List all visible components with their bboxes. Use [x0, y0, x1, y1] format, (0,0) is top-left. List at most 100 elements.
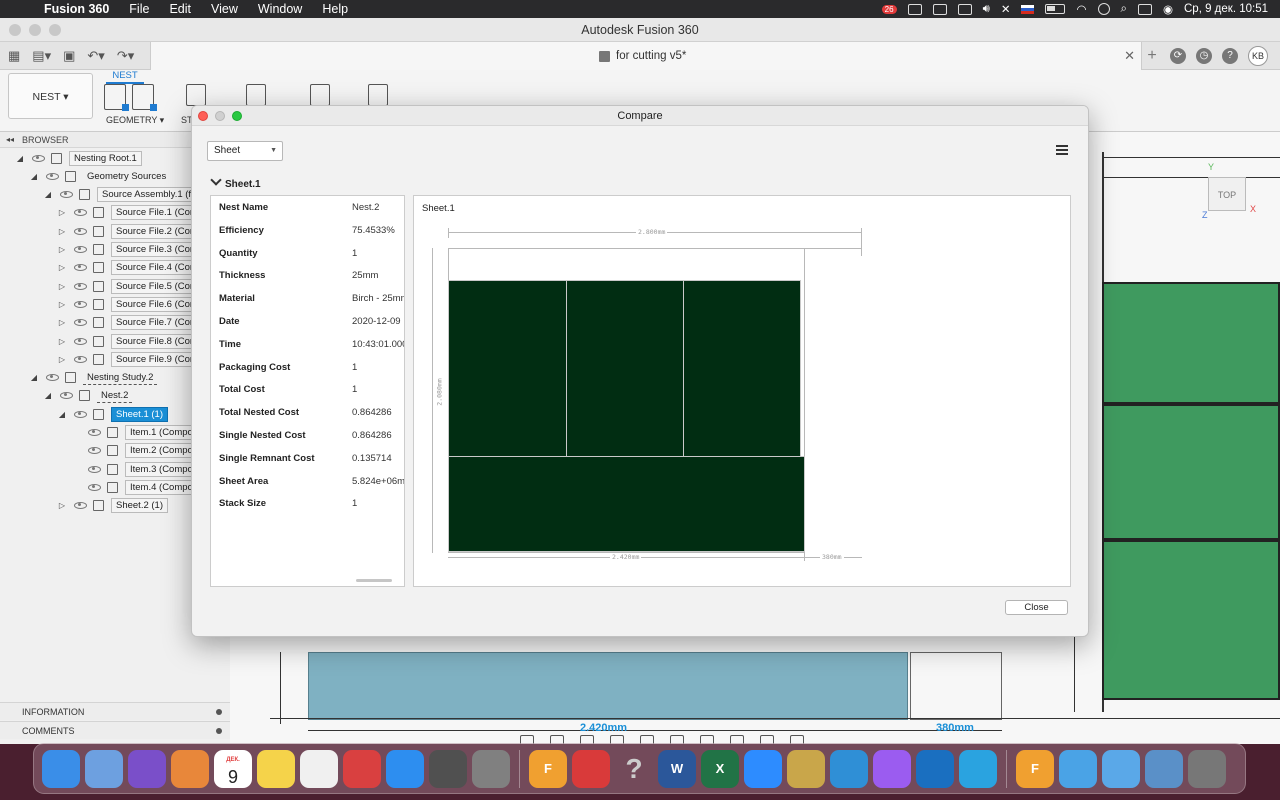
dock-app-edge-icon[interactable] — [830, 749, 868, 788]
dock-app-siri-icon[interactable] — [128, 749, 166, 788]
dock-app-launchpad-icon[interactable] — [85, 749, 123, 788]
sheet-remnant[interactable] — [910, 652, 1002, 720]
visibility-eye-icon[interactable] — [60, 191, 73, 199]
app-menu[interactable]: Fusion 360 — [44, 2, 109, 16]
dock-app-notes-icon[interactable] — [257, 749, 295, 788]
dock-app-fusion-360-icon[interactable]: F — [529, 749, 567, 788]
dock-app-app-store-icon[interactable] — [386, 749, 424, 788]
dialog-minimize-button[interactable] — [215, 111, 225, 121]
undo-icon[interactable]: ↶▾ — [87, 48, 104, 64]
browser-tree-label[interactable]: Item.3 (Compo — [125, 461, 198, 477]
expand-toggle-icon[interactable]: ▷ — [58, 337, 66, 346]
sheet-section-toggle[interactable]: Sheet.1 — [210, 174, 261, 190]
browser-tree-label[interactable]: Nesting Study.2 — [83, 371, 158, 385]
dock-app-mission-control-icon[interactable] — [171, 749, 209, 788]
browser-tree-node[interactable]: Item.4 (Compo — [72, 478, 198, 496]
browser-tree-label[interactable]: Geometry Sources — [83, 170, 170, 183]
dock-app-camera-icon[interactable] — [916, 749, 954, 788]
information-panel-header[interactable]: INFORMATION — [0, 702, 230, 720]
browser-tree-node[interactable]: Item.3 (Compo — [72, 460, 198, 478]
expand-toggle-icon[interactable]: ▷ — [58, 300, 66, 309]
visibility-eye-icon[interactable] — [60, 392, 73, 400]
dock-app-zoom-icon[interactable] — [744, 749, 782, 788]
expand-toggle-icon[interactable]: ▷ — [58, 282, 66, 291]
menu-window[interactable]: Window — [258, 2, 302, 16]
dock-app-telegram-icon[interactable] — [959, 749, 997, 788]
user-avatar[interactable]: KB — [1248, 46, 1268, 66]
bluetooth-icon[interactable]: ✕ — [1001, 2, 1011, 16]
expand-toggle-icon[interactable]: ▷ — [58, 355, 66, 364]
view-cube[interactable]: TOP — [1208, 177, 1246, 211]
compare-type-dropdown[interactable]: Sheet ▼ — [207, 141, 283, 161]
user-icon[interactable] — [1097, 3, 1110, 15]
dock-app-archive-utility-icon[interactable] — [787, 749, 825, 788]
dock-app-trash-icon[interactable] — [1188, 749, 1226, 788]
dock-app-mail-icon[interactable] — [343, 749, 381, 788]
grid-menu-icon[interactable]: ▦ — [8, 48, 20, 64]
expand-toggle-icon[interactable]: ◢ — [30, 373, 38, 382]
menu-view[interactable]: View — [211, 2, 238, 16]
visibility-eye-icon[interactable] — [74, 337, 87, 345]
dock-app-sketchup-icon[interactable] — [572, 749, 610, 788]
nested-item-1[interactable] — [448, 280, 567, 457]
new-tab-icon[interactable]: + — [1144, 47, 1160, 65]
volume-icon[interactable]: 🔊︎ — [983, 3, 990, 16]
expand-toggle-icon[interactable]: ◢ — [30, 172, 38, 181]
dock-app-fusion-360-icon[interactable]: F — [1016, 749, 1054, 788]
tab-nest[interactable]: NEST — [106, 70, 144, 84]
dock-app-messenger-icon[interactable] — [873, 749, 911, 788]
browser-tree-node[interactable]: ▷ Sheet.2 (1) — [58, 497, 168, 515]
nest-icon[interactable] — [246, 84, 266, 106]
nested-item-3[interactable] — [683, 280, 801, 457]
dock-app-system-preferences-icon[interactable] — [472, 749, 510, 788]
visibility-eye-icon[interactable] — [74, 246, 87, 253]
browser-tree-label[interactable]: Nest.2 — [97, 389, 133, 403]
browser-tree-node[interactable]: Item.2 (Compo — [72, 442, 198, 460]
menu-edit[interactable]: Edit — [169, 2, 191, 16]
selected-sheet-part[interactable] — [308, 652, 908, 720]
window-minimize-button[interactable] — [29, 24, 41, 36]
browser-tree-label[interactable]: Item.4 (Compo — [125, 479, 198, 495]
nested-part[interactable] — [1102, 404, 1280, 540]
visibility-eye-icon[interactable] — [74, 502, 87, 510]
visibility-eye-icon[interactable] — [74, 410, 87, 418]
document-tab[interactable]: for cutting v5* ✕ — [150, 42, 1142, 70]
nested-part[interactable] — [1102, 282, 1280, 404]
window-close-button[interactable] — [9, 24, 21, 36]
browser-tree-node[interactable]: ◢ Nesting Study.2 — [30, 369, 158, 387]
visibility-eye-icon[interactable] — [46, 172, 59, 180]
browser-tree-label[interactable]: Sheet.2 (1) — [111, 498, 168, 514]
study-icon[interactable] — [186, 84, 206, 106]
comments-panel-header[interactable]: COMMENTS — [0, 721, 230, 739]
visibility-eye-icon[interactable] — [74, 319, 87, 327]
geometry-source-icon[interactable] — [132, 84, 157, 111]
close-button[interactable]: Close — [1005, 600, 1068, 615]
visibility-eye-icon[interactable] — [74, 300, 87, 308]
browser-tree-node[interactable]: ◢ Geometry Sources — [30, 167, 170, 185]
control-center-icon[interactable] — [1137, 3, 1152, 15]
status-icon[interactable] — [907, 3, 922, 15]
visibility-eye-icon[interactable] — [74, 227, 87, 235]
visibility-eye-icon[interactable] — [88, 483, 101, 491]
job-status-icon[interactable]: ◷ — [1196, 48, 1212, 64]
siri-icon[interactable]: ◉ — [1163, 2, 1173, 16]
visibility-eye-icon[interactable] — [88, 465, 101, 473]
visibility-eye-icon[interactable] — [88, 447, 101, 455]
dock-app-finder-window-icon[interactable] — [1145, 749, 1183, 788]
expand-toggle-icon[interactable]: ◢ — [44, 190, 52, 199]
workspace-switcher-button[interactable]: NEST ▾ — [8, 73, 93, 119]
output-icon[interactable] — [368, 84, 388, 106]
dock-app-help-icon[interactable]: ? — [615, 750, 653, 788]
dock-app-folder-icon[interactable] — [1102, 749, 1140, 788]
menu-help[interactable]: Help — [322, 2, 348, 16]
geometry-select-icon[interactable] — [104, 84, 129, 111]
browser-tree-label[interactable]: Item.1 (Compo — [125, 425, 198, 440]
notification-badge[interactable]: 26 — [881, 4, 897, 14]
dock-app-downloads-icon[interactable] — [1059, 749, 1097, 788]
save-icon[interactable]: ▣ — [63, 48, 75, 64]
wifi-icon[interactable]: ◠ — [1076, 2, 1086, 16]
expand-toggle-icon[interactable]: ▷ — [58, 208, 66, 217]
dock-app-word-icon[interactable]: W — [658, 749, 696, 788]
nested-item-4[interactable] — [448, 456, 805, 552]
panel-toggle-icon[interactable] — [216, 728, 222, 734]
